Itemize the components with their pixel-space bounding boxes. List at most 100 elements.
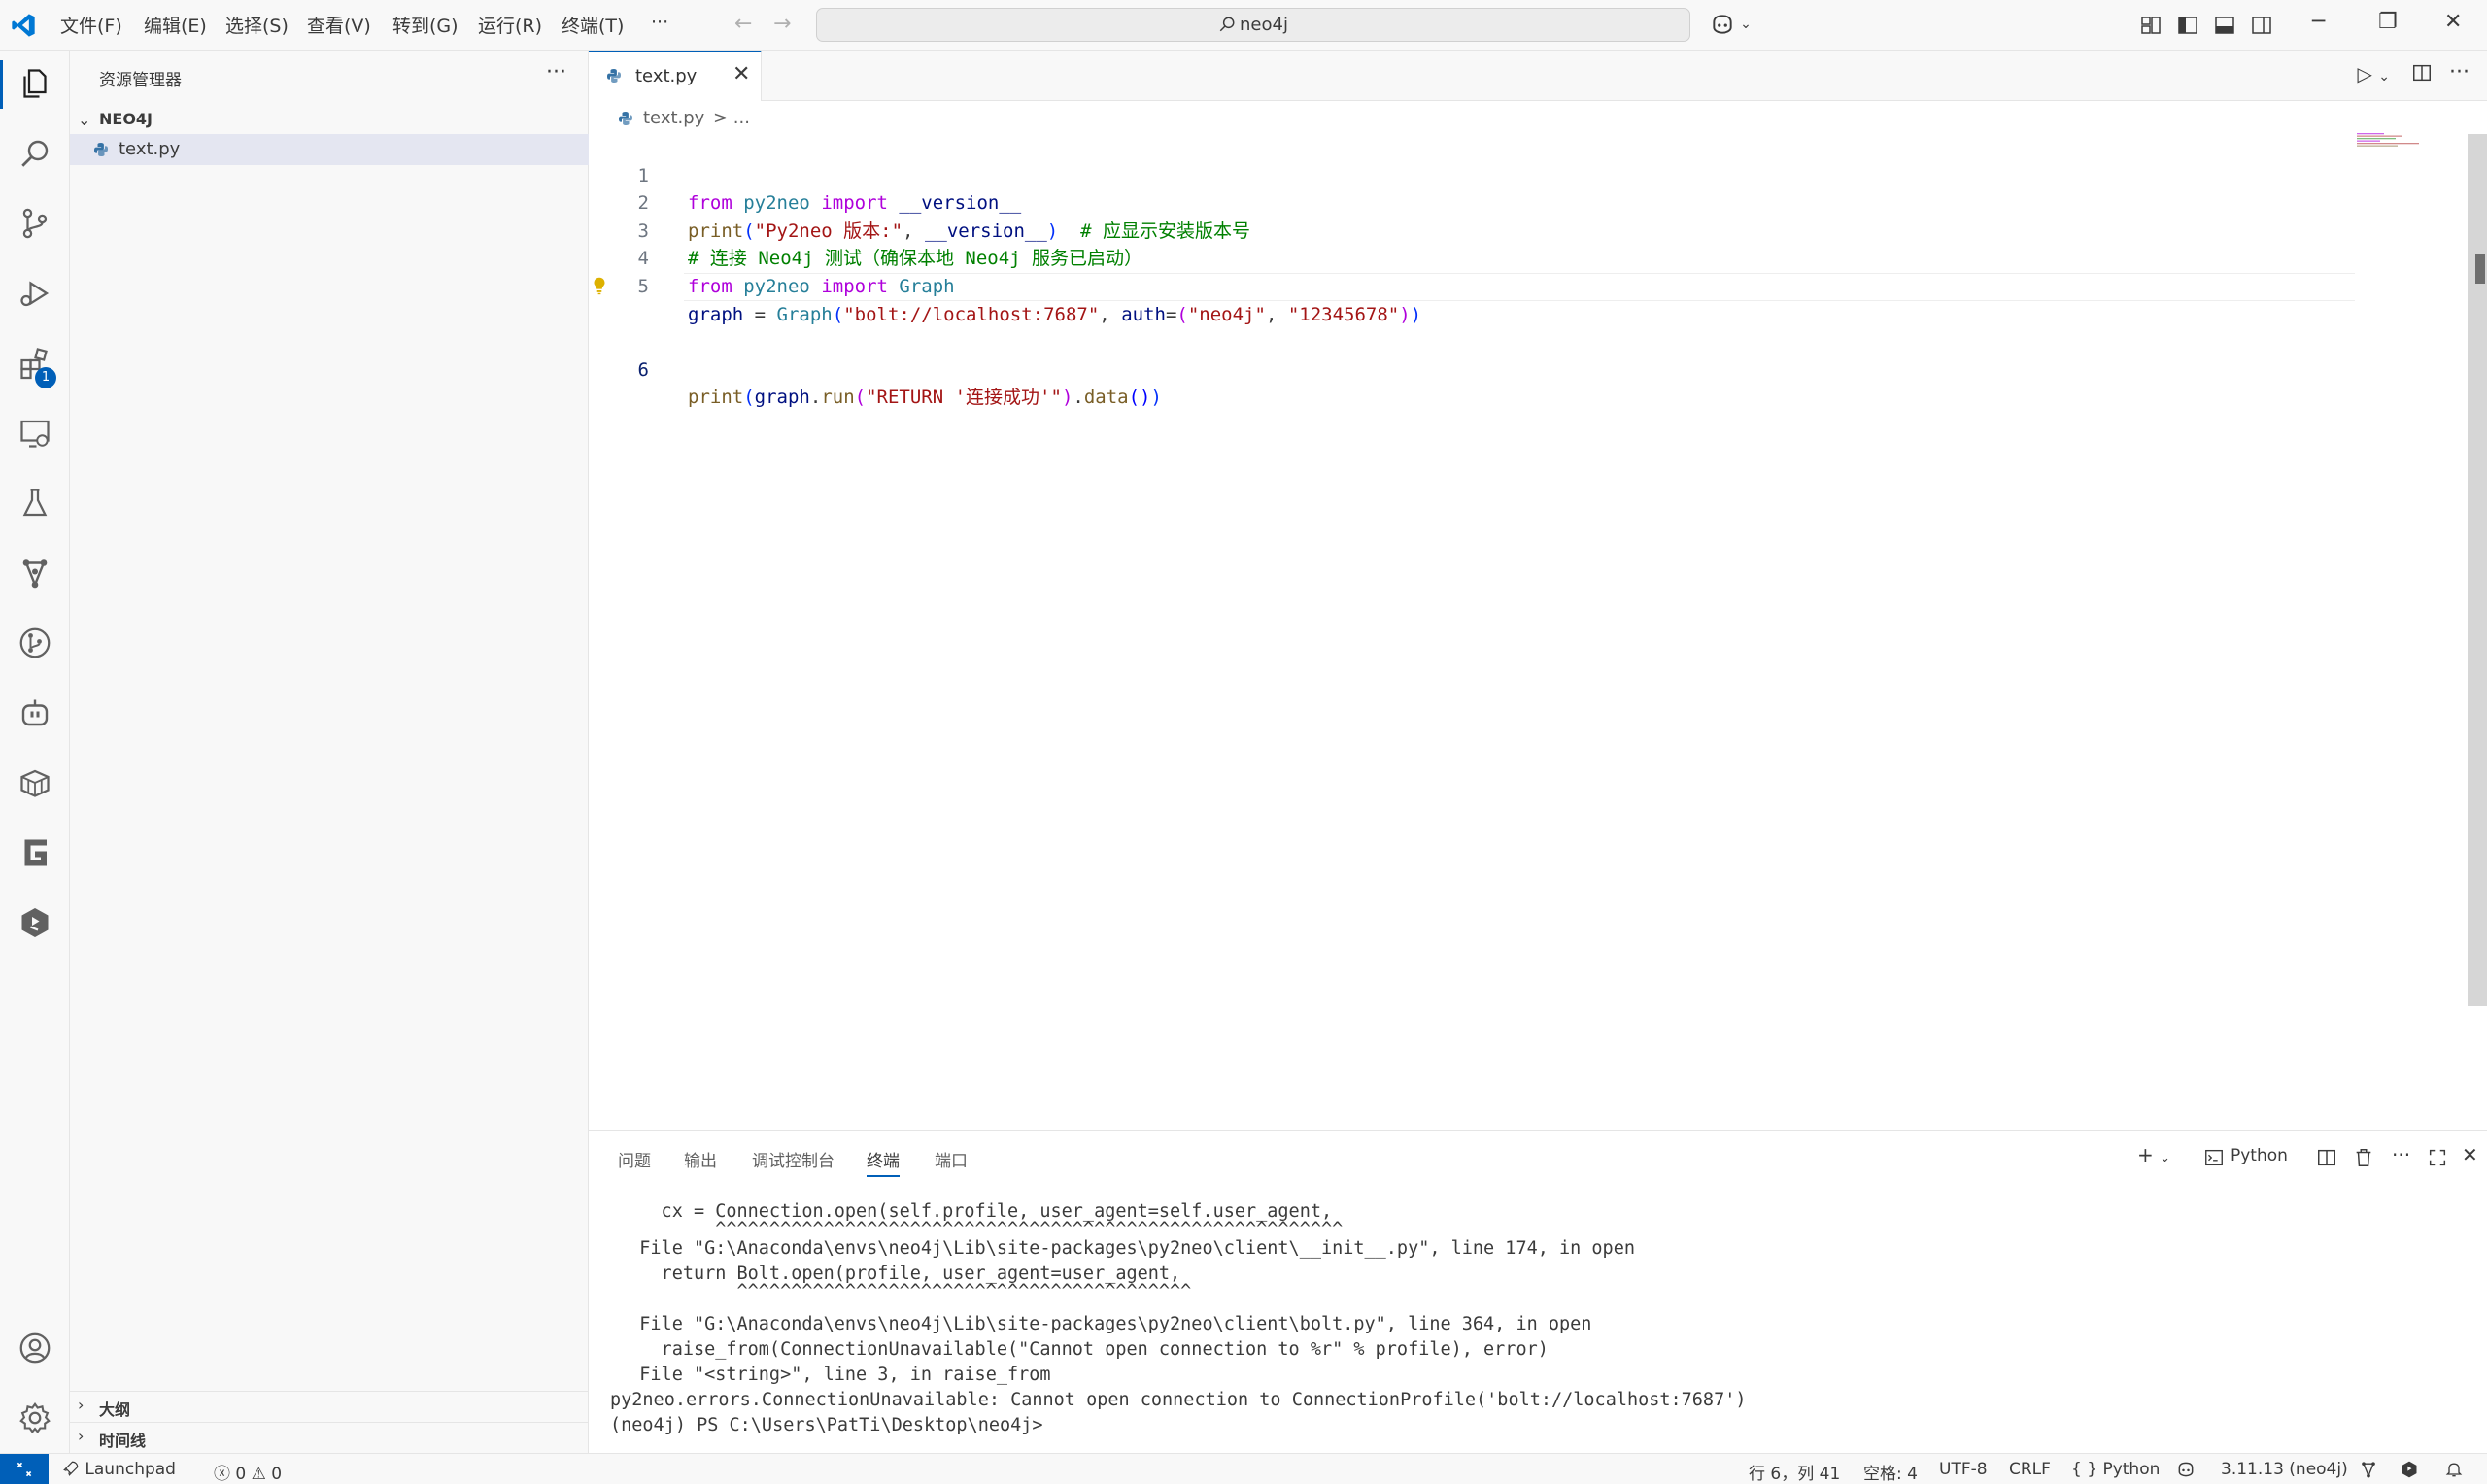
testing-icon[interactable] <box>17 486 52 521</box>
braces-icon: { } <box>2071 1460 2098 1479</box>
neo4j-extension-icon[interactable] <box>17 556 52 590</box>
gitlens-g-icon[interactable] <box>17 835 52 870</box>
menu-selection[interactable]: 选择(S) <box>225 12 289 38</box>
terminal-prompt: (neo4j) PS C:\Users\PatTi\Desktop\neo4j> <box>610 1415 1043 1435</box>
tab-output[interactable]: 输出 <box>684 1147 717 1171</box>
timeline-section[interactable]: › 时间线 <box>70 1422 589 1450</box>
warning-count: 0 <box>271 1465 283 1484</box>
chevron-down-icon: ⌄ <box>2160 1151 2171 1165</box>
terminal-shell-name[interactable]: Python <box>2231 1146 2288 1165</box>
minimap[interactable] <box>2355 132 2423 148</box>
terminal-line: ^^^^^^^^^^^^^^^^^^^^^^^^^^^^^^^^^^^^^^^^… <box>618 1281 1192 1301</box>
explorer-sidebar: 资源管理器 ··· ⌄ NEO4J text.py › 大纲 › 时间线 <box>70 51 589 1453</box>
search-label: neo4j <box>817 15 1689 35</box>
file-item-text-py[interactable]: text.py <box>70 134 589 165</box>
tab-problems[interactable]: 问题 <box>618 1147 651 1171</box>
git-graph-icon[interactable] <box>17 625 52 660</box>
terminal-output[interactable]: cx = Connection.open(self.profile, user_… <box>610 1199 2464 1452</box>
run-python-file-icon[interactable]: ▷ ⌄ <box>2358 62 2390 85</box>
chevron-down-icon: ⌄ <box>2378 69 2390 84</box>
back-arrow-icon[interactable]: ← <box>734 12 752 36</box>
close-tab-icon[interactable]: ✕ <box>732 62 750 86</box>
outline-label: 大纲 <box>99 1400 131 1419</box>
launchpad-button[interactable]: Launchpad <box>62 1460 176 1479</box>
code-line: 4 from py2neo import Graph <box>589 218 2468 297</box>
menu-file[interactable]: 文件(F) <box>60 12 122 38</box>
menu-view[interactable]: 查看(V) <box>307 12 371 38</box>
menu-edit[interactable]: 编辑(E) <box>144 12 207 38</box>
tab-ports[interactable]: 端口 <box>935 1147 968 1171</box>
minimize-icon[interactable]: ─ <box>2312 10 2325 34</box>
run-debug-icon[interactable] <box>17 276 52 311</box>
new-terminal-icon[interactable]: + ⌄ <box>2137 1143 2170 1166</box>
remote-explorer-icon[interactable] <box>17 416 52 451</box>
maximize-panel-icon[interactable] <box>2427 1147 2448 1168</box>
search-icon[interactable] <box>17 136 52 171</box>
tab-text-py[interactable]: text.py ✕ <box>589 51 762 101</box>
panel-more-icon[interactable]: ··· <box>2392 1143 2410 1166</box>
sidebar-title: 资源管理器 <box>99 71 182 90</box>
python-file-icon <box>607 69 621 83</box>
remote-indicator[interactable] <box>0 1454 49 1484</box>
terminal-line: File "<string>", line 3, in raise_from <box>618 1365 1051 1385</box>
end-of-line[interactable]: CRLF <box>2009 1460 2051 1479</box>
hexagon-status-icon[interactable] <box>2400 1460 2419 1479</box>
breadcrumb-symbols[interactable]: > ... <box>713 108 750 128</box>
editor-more-actions-icon[interactable]: ··· <box>2449 60 2470 84</box>
notifications-bell-icon[interactable] <box>2444 1460 2464 1479</box>
panel-toolbar: + ⌄ Python ··· ✕ <box>2137 1143 2487 1172</box>
copilot-status-icon[interactable] <box>2176 1460 2196 1479</box>
menu-terminal[interactable]: 终端(T) <box>562 12 624 38</box>
problems-indicator[interactable]: ⓧ 0 ⚠ 0 <box>214 1460 282 1484</box>
source-control-icon[interactable] <box>17 206 52 241</box>
toggle-primary-sidebar-icon[interactable] <box>2176 14 2199 37</box>
menu-goto[interactable]: 转到(G) <box>392 12 459 38</box>
trash-icon[interactable] <box>2353 1147 2374 1168</box>
breadcrumb-file[interactable]: text.py <box>643 108 704 128</box>
restore-icon[interactable]: ❐ <box>2378 10 2398 34</box>
customize-layout-icon[interactable] <box>2139 14 2163 37</box>
vscode-logo-icon <box>12 14 35 37</box>
lightbulb-icon[interactable] <box>589 275 610 296</box>
forward-arrow-icon[interactable]: → <box>773 12 791 36</box>
code-text: print(graph.run("RETURN '连接成功'").data()) <box>688 387 1162 409</box>
menu-more[interactable]: ··· <box>651 12 668 33</box>
hexagon-extension-icon[interactable] <box>17 905 52 940</box>
language-mode[interactable]: { } Python <box>2071 1460 2160 1479</box>
toggle-panel-icon[interactable] <box>2213 14 2236 37</box>
split-editor-icon[interactable] <box>2411 62 2433 84</box>
launchpad-label: Launchpad <box>85 1460 176 1479</box>
accounts-icon[interactable] <box>17 1331 52 1366</box>
indentation[interactable]: 空格: 4 <box>1863 1460 1918 1484</box>
chevron-down-icon: ⌄ <box>78 111 91 129</box>
more-actions-icon[interactable]: ··· <box>546 60 566 84</box>
cursor-position[interactable]: 行 6，列 41 <box>1749 1460 1840 1484</box>
folder-neo4j[interactable]: ⌄ NEO4J <box>70 107 589 132</box>
settings-gear-icon[interactable] <box>17 1400 52 1435</box>
python-interpreter[interactable]: 3.11.13 (neo4j) <box>2221 1460 2348 1479</box>
code-editor[interactable]: 1 from py2neo import __version__ 2 print… <box>589 134 2468 1125</box>
encoding[interactable]: UTF-8 <box>1939 1460 1988 1479</box>
command-center-search[interactable]: neo4j <box>816 8 1690 42</box>
copilot-button[interactable]: ⌄ <box>1710 12 1752 37</box>
error-icon: ⓧ <box>214 1465 230 1484</box>
tab-terminal[interactable]: 终端 <box>867 1147 900 1177</box>
folder-label: NEO4J <box>99 110 153 128</box>
explorer-icon[interactable] <box>17 66 52 101</box>
copilot-chat-icon[interactable] <box>17 695 52 730</box>
toggle-secondary-sidebar-icon[interactable] <box>2250 14 2273 37</box>
remote-icon <box>17 1462 32 1477</box>
error-count: 0 <box>235 1465 247 1484</box>
menu-run[interactable]: 运行(R) <box>478 12 542 38</box>
python-file-icon <box>619 112 632 125</box>
tab-debug-console[interactable]: 调试控制台 <box>752 1147 835 1171</box>
outline-section[interactable]: › 大纲 <box>70 1391 589 1419</box>
timeline-label: 时间线 <box>99 1432 147 1450</box>
containers-icon[interactable] <box>17 765 52 800</box>
neo4j-status-icon[interactable] <box>2359 1460 2378 1479</box>
language-label: Python <box>2102 1460 2161 1479</box>
split-terminal-icon[interactable] <box>2316 1147 2337 1168</box>
close-window-icon[interactable]: ✕ <box>2444 10 2462 34</box>
close-panel-icon[interactable]: ✕ <box>2462 1143 2478 1166</box>
terminal-shell-icon <box>2205 1149 2223 1166</box>
